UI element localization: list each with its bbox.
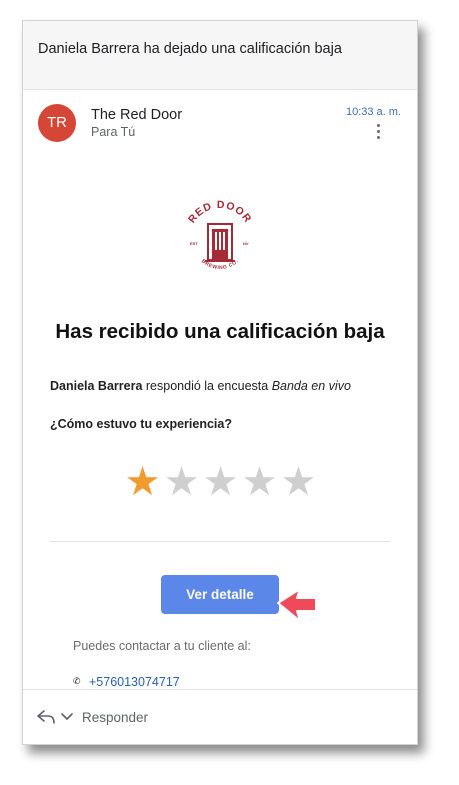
logo-left-text: EST [190,241,198,246]
email-time: 10:33 a. m. [345,106,401,118]
star-empty-icon: ★ [163,459,200,505]
contact-phone-row[interactable]: ✆ +576013074717 [73,675,180,689]
door-icon [205,223,235,262]
reply-button[interactable]: Responder [82,710,148,725]
chevron-down-icon[interactable] [61,712,73,722]
experience-question: ¿Cómo estuvo tu experiencia? [50,417,232,431]
contact-prompt: Puedes contactar a tu cliente al: [73,639,251,653]
star-empty-icon: ★ [241,459,278,505]
email-view: Daniela Barrera ha dejado una calificaci… [22,20,418,745]
survey-action-text: respondió la encuesta [142,379,272,393]
email-headline: Has recibido una calificación baja [55,320,385,343]
subject-header: Daniela Barrera ha dejado una calificaci… [23,21,417,90]
recipient-line[interactable]: Para Tú [91,125,135,139]
reply-bar: Responder [23,689,417,744]
reply-icon[interactable] [37,710,55,724]
phone-icon: ✆ [73,677,81,687]
pointer-arrow-icon [277,588,317,622]
more-options-icon[interactable] [375,124,381,142]
star-filled-icon: ★ [124,459,161,505]
star-rating: ★ ★ ★ ★ ★ [123,461,318,505]
star-empty-icon: ★ [280,459,317,505]
svg-text:RED DOOR: RED DOOR [186,199,254,225]
sender-name[interactable]: The Red Door [91,107,182,123]
sender-avatar[interactable]: TR [38,104,76,142]
logo-top-text: RED DOOR [186,199,253,225]
survey-response-line: Daniela Barrera respondió la encuesta Ba… [50,379,351,393]
red-door-logo: RED DOOR BREWING CO. EST NV [186,199,254,271]
ver-detalle-button[interactable]: Ver detalle [161,575,279,614]
contact-phone-link[interactable]: +576013074717 [89,675,180,689]
email-subject: Daniela Barrera ha dejado una calificaci… [38,41,342,57]
survey-name: Banda en vivo [271,379,351,393]
star-empty-icon: ★ [202,459,239,505]
divider [50,541,390,542]
logo-right-text: NV [243,241,249,246]
customer-name: Daniela Barrera [50,379,143,393]
